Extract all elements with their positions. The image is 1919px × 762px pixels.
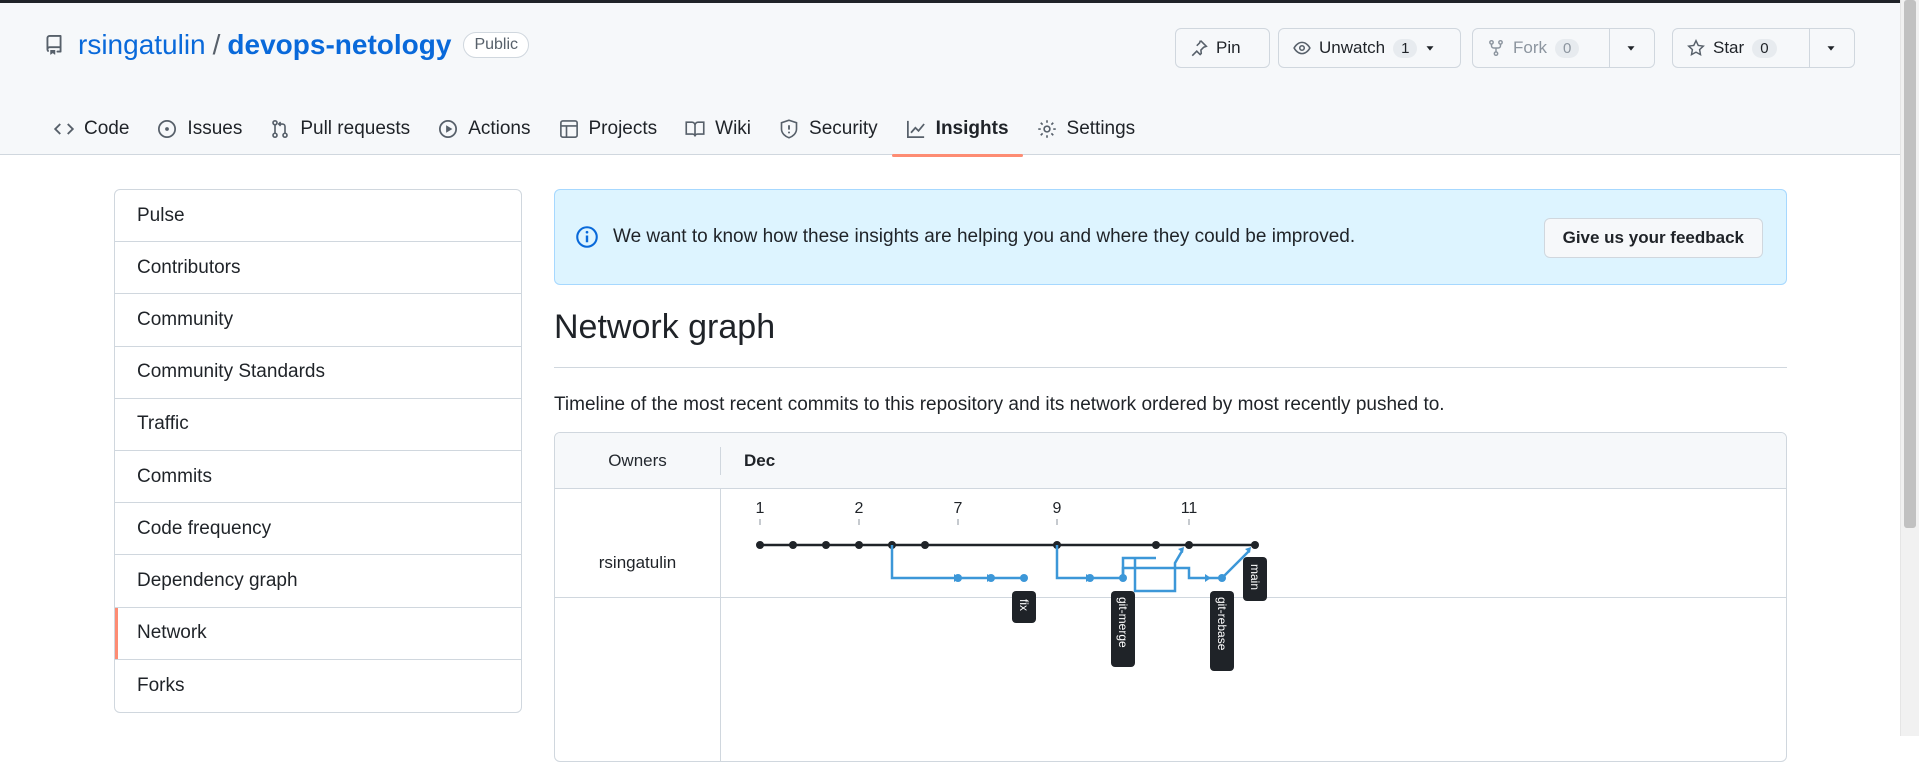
caret-down-icon [1827, 46, 1835, 51]
sidebar-item-contributors[interactable]: Contributors [115, 242, 521, 295]
sidebar-item-community-standards[interactable]: Community Standards [115, 347, 521, 399]
branch-label: main [1248, 564, 1262, 590]
banner-message: We want to know how these insights are h… [613, 226, 1356, 247]
branch-label: git-merge [1116, 597, 1130, 648]
sidebar-item-dependency-graph[interactable]: Dependency graph [115, 555, 521, 608]
repo-name-link[interactable]: devops-netology [227, 29, 451, 61]
page-scrollbar[interactable] [1900, 0, 1919, 736]
sidebar-item-pulse[interactable]: Pulse [115, 190, 521, 243]
scrollbar-thumb[interactable] [1904, 0, 1916, 528]
pull-request-icon [272, 119, 289, 139]
fork-label: Fork [1513, 38, 1547, 57]
page-description: Timeline of the most recent commits to t… [554, 394, 1445, 415]
star-button[interactable]: Star 0 [1673, 29, 1809, 67]
title-divider [554, 367, 1787, 368]
eye-icon [1293, 41, 1311, 55]
tab-label: Settings [1066, 118, 1136, 139]
tab-issues[interactable]: Issues [143, 103, 256, 155]
tab-label: Actions [468, 118, 531, 139]
branch-label: fix [1017, 599, 1031, 611]
sidebar-item-community[interactable]: Community [115, 294, 521, 347]
repo-tabs: Code Issues Pull requests Actions Projec… [40, 103, 1150, 157]
shield-icon [780, 119, 798, 139]
star-count: 0 [1752, 38, 1777, 58]
branch-label: git-rebase [1215, 597, 1229, 651]
tab-label: Issues [187, 118, 243, 139]
pin-label: Pin [1216, 38, 1241, 57]
tab-label: Code [84, 118, 130, 139]
day-ticks [759, 519, 1190, 525]
insights-sidebar: Pulse Contributors Community Community S… [114, 189, 522, 713]
play-icon [439, 120, 458, 138]
tab-insights[interactable]: Insights [891, 103, 1023, 157]
day-label: 2 [855, 500, 864, 517]
table-icon [559, 120, 578, 138]
day-label: 9 [1053, 500, 1062, 517]
tab-code[interactable]: Code [40, 103, 143, 155]
fork-button[interactable]: Fork 0 [1473, 29, 1609, 67]
unwatch-label: Unwatch [1319, 38, 1386, 57]
tab-wiki[interactable]: Wiki [671, 103, 765, 155]
fork-icon [1489, 39, 1503, 57]
tab-label: Projects [588, 118, 658, 139]
caret-down-icon [1627, 46, 1635, 51]
star-dropdown[interactable] [1809, 29, 1852, 67]
network-graph[interactable]: Owners Dec rsingatulin 1 2 7 9 11 fix gi… [554, 432, 1787, 762]
tab-security[interactable]: Security [765, 103, 892, 155]
unwatch-button[interactable]: Unwatch 1 [1278, 28, 1461, 68]
visibility-badge: Public [463, 32, 530, 58]
tab-projects[interactable]: Projects [545, 103, 672, 155]
feedback-button[interactable]: Give us your feedback [1543, 218, 1763, 258]
branch-tag-git-rebase[interactable]: git-rebase [1210, 591, 1234, 671]
tab-actions[interactable]: Actions [424, 103, 544, 155]
feedback-banner: We want to know how these insights are h… [554, 189, 1787, 285]
tab-label: Wiki [715, 118, 752, 139]
branch-tag-main[interactable]: main [1243, 557, 1267, 601]
tab-label: Security [809, 118, 878, 139]
star-icon [1687, 39, 1705, 57]
book-icon [685, 121, 705, 137]
day-label: 7 [954, 500, 963, 517]
page-title: Network graph [554, 308, 776, 346]
branch-tag-git-merge[interactable]: git-merge [1111, 591, 1135, 667]
caret-down-icon [1426, 46, 1434, 51]
sidebar-item-code-frequency[interactable]: Code frequency [115, 503, 521, 556]
gear-icon [1037, 120, 1056, 138]
pin-button[interactable]: Pin [1175, 28, 1270, 68]
watchers-count: 1 [1393, 38, 1418, 58]
repo-icon [46, 35, 62, 55]
day-label: 1 [756, 500, 765, 517]
fork-count: 0 [1555, 38, 1580, 58]
repo-title: rsingatulin / devops-netology Public [44, 29, 530, 61]
day-label: 11 [1181, 500, 1198, 517]
code-icon [54, 123, 74, 135]
repo-owner-link[interactable]: rsingatulin [78, 29, 206, 61]
sidebar-item-traffic[interactable]: Traffic [115, 399, 521, 451]
commit-graph-canvas: 1 2 7 9 11 fix git-merge git-rebase main [756, 500, 1267, 671]
branch-tag-fix[interactable]: fix [1012, 591, 1036, 623]
sidebar-item-forks[interactable]: Forks [115, 660, 521, 712]
fork-button-group: Fork 0 [1472, 28, 1655, 68]
repo-separator: / [212, 29, 221, 60]
graph-icon [906, 120, 925, 138]
git-merge-branch-line [1055, 545, 1123, 580]
sidebar-item-network[interactable]: Network [115, 607, 521, 660]
pin-icon [1191, 40, 1208, 57]
tab-label: Pull requests [300, 118, 411, 139]
tab-label: Insights [935, 118, 1009, 139]
star-label: Star [1713, 38, 1745, 57]
star-button-group: Star 0 [1672, 28, 1855, 68]
tab-settings[interactable]: Settings [1023, 103, 1150, 155]
repo-header: rsingatulin / devops-netology Public Pin… [0, 3, 1900, 157]
info-icon [576, 226, 598, 248]
sidebar-item-commits[interactable]: Commits [115, 451, 521, 504]
issue-icon [158, 120, 177, 138]
fork-dropdown[interactable] [1609, 29, 1652, 67]
tab-pull-requests[interactable]: Pull requests [256, 103, 424, 155]
fix-branch-line [890, 545, 1024, 580]
